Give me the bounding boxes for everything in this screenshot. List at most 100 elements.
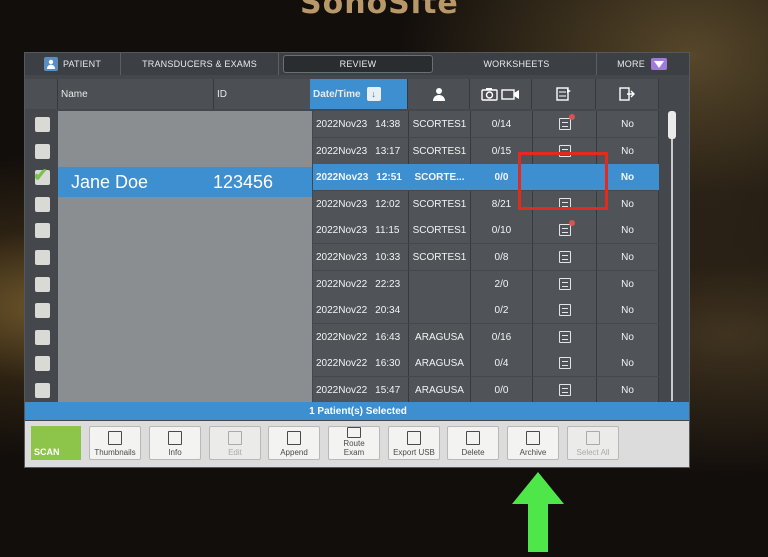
tab-more[interactable]: MORE (597, 53, 687, 75)
info-button-label: Info (168, 448, 182, 457)
annotation-up-arrow (512, 472, 564, 552)
grid-icon (108, 431, 122, 445)
info-icon (168, 431, 182, 445)
header-images[interactable] (470, 79, 532, 109)
tab-transducers-exams-label: TRANSDUCERS & EXAMS (142, 59, 257, 69)
exam-exported: No (597, 217, 659, 243)
exam-exported: No (597, 377, 659, 403)
exam-time: 22:23 (375, 278, 401, 290)
checkmark-icon: ✔ (33, 165, 49, 185)
triangle-down-icon (650, 58, 667, 70)
exam-exported: No (597, 111, 659, 137)
tab-more-label: MORE (617, 59, 645, 69)
export-icon (619, 87, 635, 101)
export-usb-button[interactable]: Export USB (388, 426, 440, 460)
header-user[interactable] (408, 79, 470, 109)
exam-user: ARAGUSA (409, 350, 471, 376)
exam-date-time: 2022Nov22 22:23 (313, 271, 409, 297)
row-checkbox[interactable]: ✔ (33, 165, 50, 185)
exam-exported: No (597, 271, 659, 297)
header-name-label: Name (61, 88, 88, 100)
exam-row[interactable]: 2022Nov22 22:23 2/0 No (313, 271, 659, 297)
archive-status-icon (558, 331, 571, 343)
export-usb-button-label: Export USB (393, 448, 435, 457)
exam-row[interactable]: 2022Nov22 15:47 ARAGUSA 0/0 No (313, 377, 659, 403)
exam-row[interactable]: 2022Nov22 16:30 ARAGUSA 0/4 No (313, 350, 659, 376)
trash-icon (466, 431, 480, 445)
delete-button[interactable]: Delete (447, 426, 499, 460)
info-button[interactable]: Info (149, 426, 201, 460)
archive-button[interactable]: Archive (507, 426, 559, 460)
exam-image-count: 0/16 (471, 324, 533, 350)
alert-dot-icon (568, 220, 575, 226)
archive-status-icon (558, 220, 575, 236)
exam-row[interactable]: 2022Nov23 11:15 SCORTES1 0/10 No (313, 217, 659, 243)
select-all-button-label: Select All (576, 448, 610, 457)
exam-date-time: 2022Nov22 16:30 (313, 350, 409, 376)
tab-review[interactable]: REVIEW (283, 55, 433, 73)
scrollbar-thumb[interactable] (668, 111, 676, 139)
route-exam-button[interactable]: Route Exam (328, 426, 380, 460)
scrollbar-track (671, 111, 673, 401)
exam-date: 2022Nov22 (316, 278, 368, 290)
scan-button[interactable]: SCAN (31, 426, 81, 460)
scrollbar[interactable] (663, 111, 681, 401)
patient-id: 123456 (213, 171, 274, 192)
exam-image-count: 0/2 (471, 297, 533, 323)
exam-row[interactable]: 2022Nov22 20:34 0/2 No (313, 297, 659, 323)
exam-row[interactable]: 2022Nov23 14:38 SCORTES1 0/14 No (313, 111, 659, 137)
append-icon (287, 431, 301, 445)
exam-exported: No (597, 324, 659, 350)
exam-time: 14:38 (375, 118, 401, 130)
tab-patient-label: PATIENT (62, 59, 102, 69)
row-checkbox[interactable] (35, 277, 50, 292)
row-checkbox[interactable] (35, 197, 50, 212)
exam-date: 2022Nov22 (316, 331, 368, 343)
header-date-time[interactable]: Date/Time ↓ (310, 79, 408, 109)
exam-image-count: 0/0 (471, 377, 533, 403)
row-checkbox[interactable] (35, 303, 50, 318)
exam-user: SCORTES1 (409, 111, 471, 137)
tab-patient[interactable]: PATIENT (25, 53, 121, 75)
exam-date: 2022Nov23 (316, 145, 368, 157)
select-all-icon (586, 431, 600, 445)
exam-row[interactable]: 2022Nov22 16:43 ARAGUSA 0/16 No (313, 324, 659, 350)
exam-user: SCORTES1 (409, 217, 471, 243)
header-archive[interactable] (532, 79, 596, 109)
exam-row[interactable]: 2022Nov23 10:33 SCORTES1 0/8 No (313, 244, 659, 270)
header-id[interactable]: ID (214, 79, 312, 109)
exam-date: 2022Nov23 (316, 118, 368, 130)
exam-archive-status (533, 297, 597, 323)
tab-worksheets[interactable]: WORKSHEETS (437, 53, 597, 75)
select-all-button[interactable]: Select All (567, 426, 619, 460)
edit-button[interactable]: Edit (209, 426, 261, 460)
exam-date: 2022Nov23 (316, 224, 368, 236)
scan-button-label: SCAN (34, 447, 60, 457)
header-export[interactable] (596, 79, 659, 109)
row-checkbox[interactable] (35, 223, 50, 238)
selected-patient-row[interactable]: Jane Doe 123456 (58, 167, 312, 197)
ultrasound-screen: PATIENT TRANSDUCERS & EXAMS REVIEW WORKS… (24, 52, 690, 468)
row-checkbox[interactable] (35, 250, 50, 265)
sort-down-icon[interactable]: ↓ (366, 87, 381, 101)
append-button-label: Append (280, 448, 308, 457)
exam-date-time: 2022Nov23 12:51 (313, 164, 409, 190)
row-checkbox[interactable] (35, 356, 50, 371)
row-checkbox[interactable] (35, 117, 50, 132)
row-checkbox[interactable] (35, 383, 50, 398)
tab-transducers-exams[interactable]: TRANSDUCERS & EXAMS (121, 53, 279, 75)
exam-time: 11:15 (375, 224, 400, 236)
row-checkbox[interactable] (35, 144, 50, 159)
thumbnails-button[interactable]: Thumbnails (89, 426, 141, 460)
exam-archive-status (533, 350, 597, 376)
exam-date-time: 2022Nov22 16:43 (313, 324, 409, 350)
header-name[interactable]: Name (58, 79, 214, 109)
alert-dot-icon (568, 114, 575, 120)
archive-icon (555, 87, 571, 101)
row-checkbox[interactable] (35, 330, 50, 345)
tab-review-label: REVIEW (339, 59, 377, 69)
append-button[interactable]: Append (268, 426, 320, 460)
exam-user (409, 271, 471, 297)
exam-date: 2022Nov22 (316, 384, 368, 396)
exam-date-time: 2022Nov23 14:38 (313, 111, 409, 137)
